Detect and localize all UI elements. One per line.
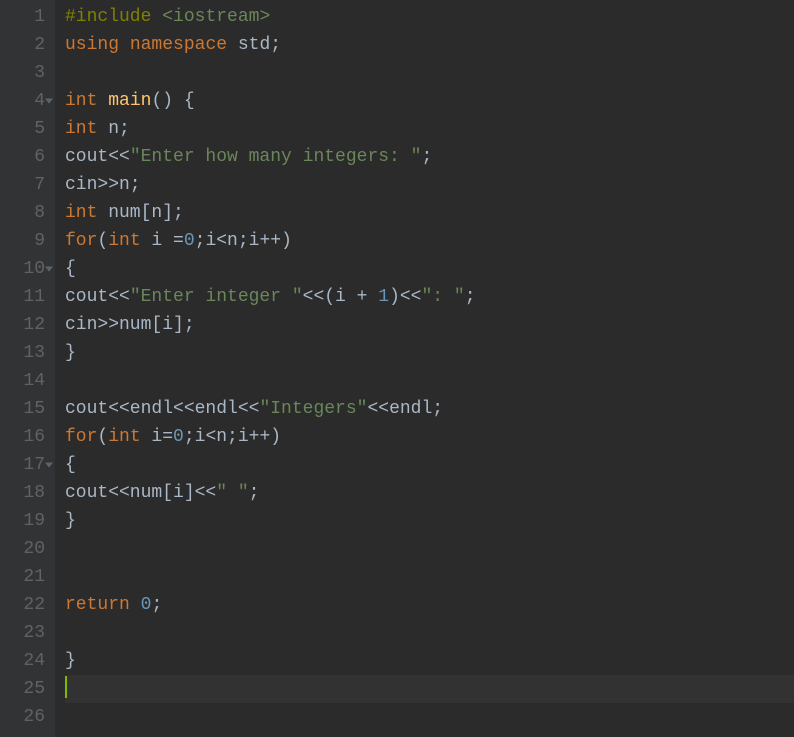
line-number[interactable]: 13 [8, 339, 45, 367]
code-line[interactable] [65, 563, 794, 591]
code-line[interactable]: #include <iostream> [65, 3, 794, 31]
code-line[interactable] [65, 619, 794, 647]
fold-marker-icon[interactable] [45, 463, 53, 468]
line-number[interactable]: 24 [8, 647, 45, 675]
line-number[interactable]: 23 [8, 619, 45, 647]
code-line[interactable]: int num[n]; [65, 199, 794, 227]
fold-marker-icon[interactable] [45, 99, 53, 104]
code-line[interactable] [65, 367, 794, 395]
line-number[interactable]: 8 [8, 199, 45, 227]
code-area[interactable]: #include <iostream> using namespace std;… [55, 0, 794, 737]
line-number[interactable]: 9 [8, 227, 45, 255]
line-number[interactable]: 12 [8, 311, 45, 339]
code-line[interactable]: } [65, 507, 794, 535]
code-line[interactable] [65, 59, 794, 87]
code-line[interactable]: for(int i=0;i<n;i++) [65, 423, 794, 451]
code-line[interactable]: cout<<num[i]<<" "; [65, 479, 794, 507]
line-number[interactable]: 21 [8, 563, 45, 591]
line-gutter: 1 2 3 4 5 6 7 8 9 10 11 12 13 14 15 16 1… [0, 0, 55, 737]
line-number[interactable]: 11 [8, 283, 45, 311]
code-line[interactable]: int n; [65, 115, 794, 143]
code-line[interactable]: cout<<"Enter integer "<<(i + 1)<<": "; [65, 283, 794, 311]
line-number[interactable]: 14 [8, 367, 45, 395]
code-line[interactable]: } [65, 647, 794, 675]
line-number[interactable]: 17 [8, 451, 45, 479]
line-number[interactable]: 26 [8, 703, 45, 731]
fold-marker-icon[interactable] [45, 267, 53, 272]
code-line[interactable]: cout<<"Enter how many integers: "; [65, 143, 794, 171]
line-number[interactable]: 25 [8, 675, 45, 703]
code-line[interactable]: using namespace std; [65, 31, 794, 59]
line-number[interactable]: 16 [8, 423, 45, 451]
line-number[interactable]: 4 [8, 87, 45, 115]
line-number[interactable]: 15 [8, 395, 45, 423]
code-line-active[interactable] [65, 675, 794, 703]
line-number[interactable]: 1 [8, 3, 45, 31]
code-line[interactable]: for(int i =0;i<n;i++) [65, 227, 794, 255]
line-number[interactable]: 3 [8, 59, 45, 87]
code-line[interactable]: { [65, 255, 794, 283]
code-line[interactable]: cin>>n; [65, 171, 794, 199]
line-number[interactable]: 7 [8, 171, 45, 199]
line-number[interactable]: 5 [8, 115, 45, 143]
line-number[interactable]: 10 [8, 255, 45, 283]
code-line[interactable]: int main() { [65, 87, 794, 115]
text-cursor [65, 676, 67, 698]
code-line[interactable]: return 0; [65, 591, 794, 619]
line-number[interactable]: 18 [8, 479, 45, 507]
code-line[interactable] [65, 535, 794, 563]
line-number[interactable]: 2 [8, 31, 45, 59]
line-number[interactable]: 19 [8, 507, 45, 535]
code-line[interactable]: } [65, 339, 794, 367]
code-line[interactable] [65, 703, 794, 731]
line-number[interactable]: 22 [8, 591, 45, 619]
code-line[interactable]: cin>>num[i]; [65, 311, 794, 339]
code-editor: 1 2 3 4 5 6 7 8 9 10 11 12 13 14 15 16 1… [0, 0, 794, 737]
line-number[interactable]: 20 [8, 535, 45, 563]
code-line[interactable]: { [65, 451, 794, 479]
line-number[interactable]: 6 [8, 143, 45, 171]
code-line[interactable]: cout<<endl<<endl<<"Integers"<<endl; [65, 395, 794, 423]
